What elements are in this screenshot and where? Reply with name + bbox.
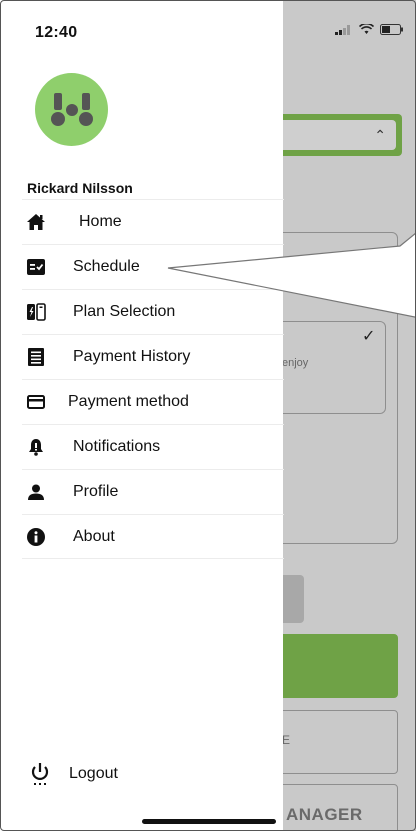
status-icons (335, 24, 404, 35)
logout-label: Logout (69, 765, 118, 782)
person-icon (26, 482, 46, 502)
menu-item-home[interactable]: Home (22, 199, 284, 244)
menu-item-payment-history[interactable]: Payment History (22, 334, 284, 379)
menu-item-label: Payment History (73, 348, 191, 365)
wifi-icon (359, 24, 374, 34)
status-time: 12:40 (35, 24, 78, 41)
menu-item-payment-method[interactable]: Payment method (22, 379, 284, 424)
menu-item-label: Notifications (73, 438, 161, 455)
menu-item-schedule[interactable]: Schedule (22, 244, 284, 289)
logout-button[interactable]: Logout (27, 760, 227, 790)
menu-item-notifications[interactable]: Notifications (22, 424, 284, 469)
signal-icon (335, 24, 350, 35)
menu-item-label: Payment method (68, 393, 189, 410)
home-icon (26, 212, 46, 232)
power-icon (30, 762, 50, 791)
select-chevron-icon: ⌃ (374, 126, 386, 143)
background-card-text: enjoy (282, 357, 309, 369)
menu-item-about[interactable]: About (22, 514, 284, 559)
menu-item-label: Schedule (73, 258, 140, 275)
receipt-icon (26, 347, 46, 367)
drawer-menu: Home Schedule Plan Selection Payment His… (22, 199, 284, 559)
menu-item-label: About (73, 527, 115, 545)
info-icon (26, 527, 46, 547)
menu-item-label: Plan Selection (73, 303, 176, 320)
menu-item-label: Home (79, 213, 122, 230)
bell-icon (26, 437, 46, 457)
menu-item-label: Profile (73, 483, 119, 500)
credit-card-icon (26, 392, 46, 412)
check-icon: ✓ (362, 328, 376, 345)
background-outline-text: E (282, 733, 291, 747)
menu-item-plan-selection[interactable]: Plan Selection (22, 289, 284, 334)
navigation-drawer: 12:40 Rickard Nilsson Home Schedule Plan… (0, 0, 284, 831)
battery-icon (380, 24, 403, 35)
avatar[interactable] (35, 73, 108, 146)
schedule-icon (26, 257, 46, 277)
user-name: Rickard Nilsson (27, 180, 133, 196)
plan-icon (26, 302, 46, 322)
home-indicator (142, 819, 276, 824)
menu-item-profile[interactable]: Profile (22, 469, 284, 514)
plug-logo-icon (51, 93, 93, 126)
background-manager-text: ANAGER (286, 805, 363, 824)
